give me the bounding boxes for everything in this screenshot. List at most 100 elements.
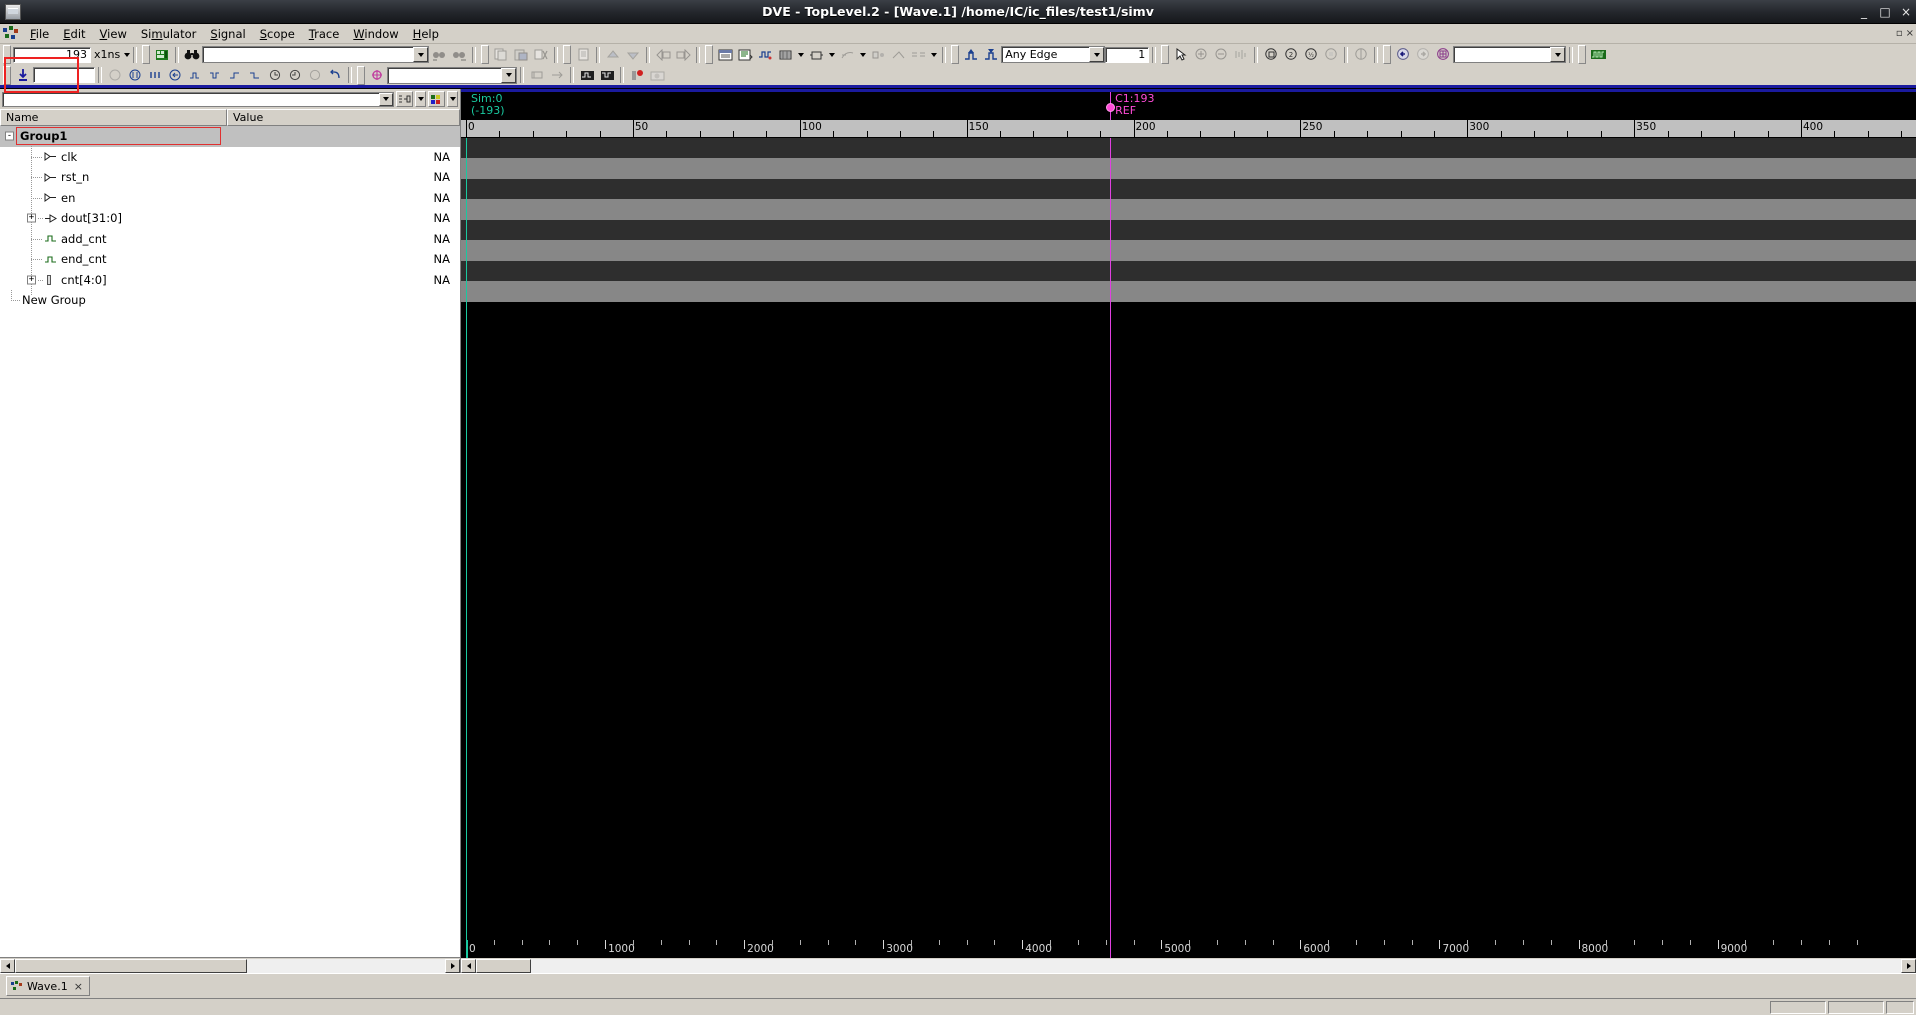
signal-name-cell[interactable]: + dout[31:0]	[0, 208, 227, 229]
schematic-dropdown-arrow-icon[interactable]	[826, 46, 837, 64]
scroll-thumb[interactable]	[15, 958, 247, 973]
table-row[interactable]: New Group	[0, 290, 460, 311]
chevron-down-icon[interactable]	[413, 47, 429, 62]
menu-window[interactable]: Window	[346, 25, 405, 43]
menu-help[interactable]: Help	[406, 25, 446, 43]
hier-icon[interactable]	[837, 46, 857, 64]
menu-simulator[interactable]: Simulator	[134, 25, 204, 43]
wave-view-icon[interactable]	[755, 46, 775, 64]
memory-icon[interactable]	[775, 46, 795, 64]
zoom-out-icon[interactable]	[1211, 46, 1231, 64]
zoom-in-icon[interactable]	[1191, 46, 1211, 64]
cursor-bar[interactable]: Sim:0 (-193) C1:193 REF	[461, 89, 1916, 120]
cursor-c1-line[interactable]	[1110, 138, 1112, 940]
run-icon[interactable]	[105, 66, 125, 84]
mdi-restore-button[interactable]: ▫	[1896, 28, 1903, 39]
bus-expand-icon[interactable]	[547, 66, 567, 84]
zoom-full-icon[interactable]: 2	[1281, 46, 1301, 64]
copy-icon[interactable]	[491, 46, 511, 64]
compare-dropdown-arrow-icon[interactable]	[928, 46, 939, 64]
signal-pane-hscrollbar[interactable]	[0, 957, 460, 973]
tab-wave-1[interactable]: Wave.1 ×	[6, 976, 90, 996]
cut-icon[interactable]	[531, 46, 551, 64]
add-marker-icon[interactable]	[367, 66, 387, 84]
down-icon[interactable]	[623, 46, 643, 64]
step-over-icon[interactable]	[145, 66, 165, 84]
chevron-down-icon[interactable]	[379, 92, 393, 106]
cursor-c1-marker[interactable]	[1110, 940, 1112, 958]
signal-name-cell[interactable]: + cnt[4:0]	[0, 270, 227, 291]
table-row[interactable]: clk NA	[0, 147, 460, 168]
goto-time-input[interactable]: 193	[13, 46, 91, 63]
table-row[interactable]: - Group1	[0, 126, 460, 147]
page-icon[interactable]	[573, 46, 593, 64]
step-icon[interactable]	[125, 66, 145, 84]
table-row[interactable]: rst_n NA	[0, 167, 460, 188]
toolbar-grip[interactable]	[3, 45, 11, 64]
waveform-row[interactable]	[461, 240, 1916, 261]
scroll-right-arrow-icon[interactable]	[1901, 958, 1916, 973]
menu-trace[interactable]: Trace	[302, 25, 347, 43]
signal-name-cell[interactable]: end_cnt	[0, 249, 227, 270]
group-dropdown-arrow-icon[interactable]	[415, 91, 426, 107]
column-header-name[interactable]: Name	[0, 109, 227, 126]
hier-dropdown-arrow-icon[interactable]	[857, 46, 868, 64]
toolbar-grip[interactable]	[481, 45, 490, 64]
table-row[interactable]: add_cnt NA	[0, 229, 460, 250]
search-prev-icon[interactable]	[429, 46, 449, 64]
source-view-icon[interactable]	[735, 46, 755, 64]
bus-radix-icon[interactable]	[527, 66, 547, 84]
expander-icon[interactable]: -	[5, 131, 14, 141]
grid-icon[interactable]	[1433, 46, 1453, 64]
prev-view-icon[interactable]	[653, 46, 673, 64]
menu-scope[interactable]: Scope	[253, 25, 302, 43]
scroll-left-arrow-icon[interactable]	[461, 958, 476, 973]
download-marker-icon[interactable]	[13, 66, 33, 84]
waveform-row[interactable]	[461, 178, 1916, 199]
signal-name-cell[interactable]: - Group1	[0, 126, 227, 147]
chevron-down-icon[interactable]	[1089, 47, 1105, 62]
scroll-track[interactable]	[15, 958, 445, 973]
wave-compare2-icon[interactable]	[597, 66, 617, 84]
assertion-icon[interactable]	[868, 46, 888, 64]
toolbar-grip[interactable]	[563, 45, 572, 64]
menu-view[interactable]: View	[93, 25, 134, 43]
signal-name-cell[interactable]: add_cnt	[0, 229, 227, 250]
select-tool-icon[interactable]	[1171, 46, 1191, 64]
close-icon[interactable]: ×	[74, 980, 83, 993]
menu-file[interactable]: FFileile	[23, 25, 56, 43]
toolbar-grip[interactable]	[3, 65, 11, 85]
table-row[interactable]: en NA	[0, 188, 460, 209]
up-icon[interactable]	[603, 46, 623, 64]
edge-next-icon[interactable]	[981, 46, 1001, 64]
zoom-history-forward-icon[interactable]	[285, 66, 305, 84]
edge-count-input[interactable]: 1	[1105, 46, 1150, 63]
undo-icon[interactable]	[325, 66, 345, 84]
signal-tree[interactable]: - Group1 clk NA rst_n NA en NA + dout[31…	[0, 126, 460, 957]
prev-transition-icon[interactable]	[185, 66, 205, 84]
pan-icon[interactable]	[1351, 46, 1371, 64]
waveform-row[interactable]	[461, 260, 1916, 281]
compare-icon[interactable]	[908, 46, 928, 64]
time-unit-selector[interactable]: x1ns	[91, 48, 131, 61]
column-header-value[interactable]: Value	[227, 109, 460, 126]
waveform-row[interactable]	[461, 219, 1916, 240]
binoculars-icon[interactable]	[182, 46, 202, 64]
zoom-history-back-icon[interactable]	[265, 66, 285, 84]
memory-dropdown-arrow-icon[interactable]	[795, 46, 806, 64]
search-next-icon[interactable]	[449, 46, 469, 64]
cursor-c1-handle[interactable]	[1106, 103, 1116, 112]
maximize-button[interactable]: □	[1879, 6, 1891, 18]
waveform-row[interactable]	[461, 281, 1916, 302]
signal-name-cell[interactable]: clk	[0, 147, 227, 168]
reload-icon[interactable]	[305, 66, 325, 84]
zoom-fit-icon[interactable]	[1231, 46, 1251, 64]
time-ruler-bottom[interactable]: 0 1000 2000 3000 4000 5000 6000 7000 8000 9000	[461, 940, 1916, 958]
zoom-window-icon[interactable]	[1261, 46, 1281, 64]
new-group-label[interactable]: New Group	[22, 293, 86, 307]
marker-time-input[interactable]	[33, 67, 95, 83]
table-row[interactable]: + dout[31:0] NA	[0, 208, 460, 229]
expander-icon[interactable]: +	[27, 213, 36, 223]
signal-search-combo[interactable]	[202, 46, 430, 63]
back-icon[interactable]	[1393, 46, 1413, 64]
